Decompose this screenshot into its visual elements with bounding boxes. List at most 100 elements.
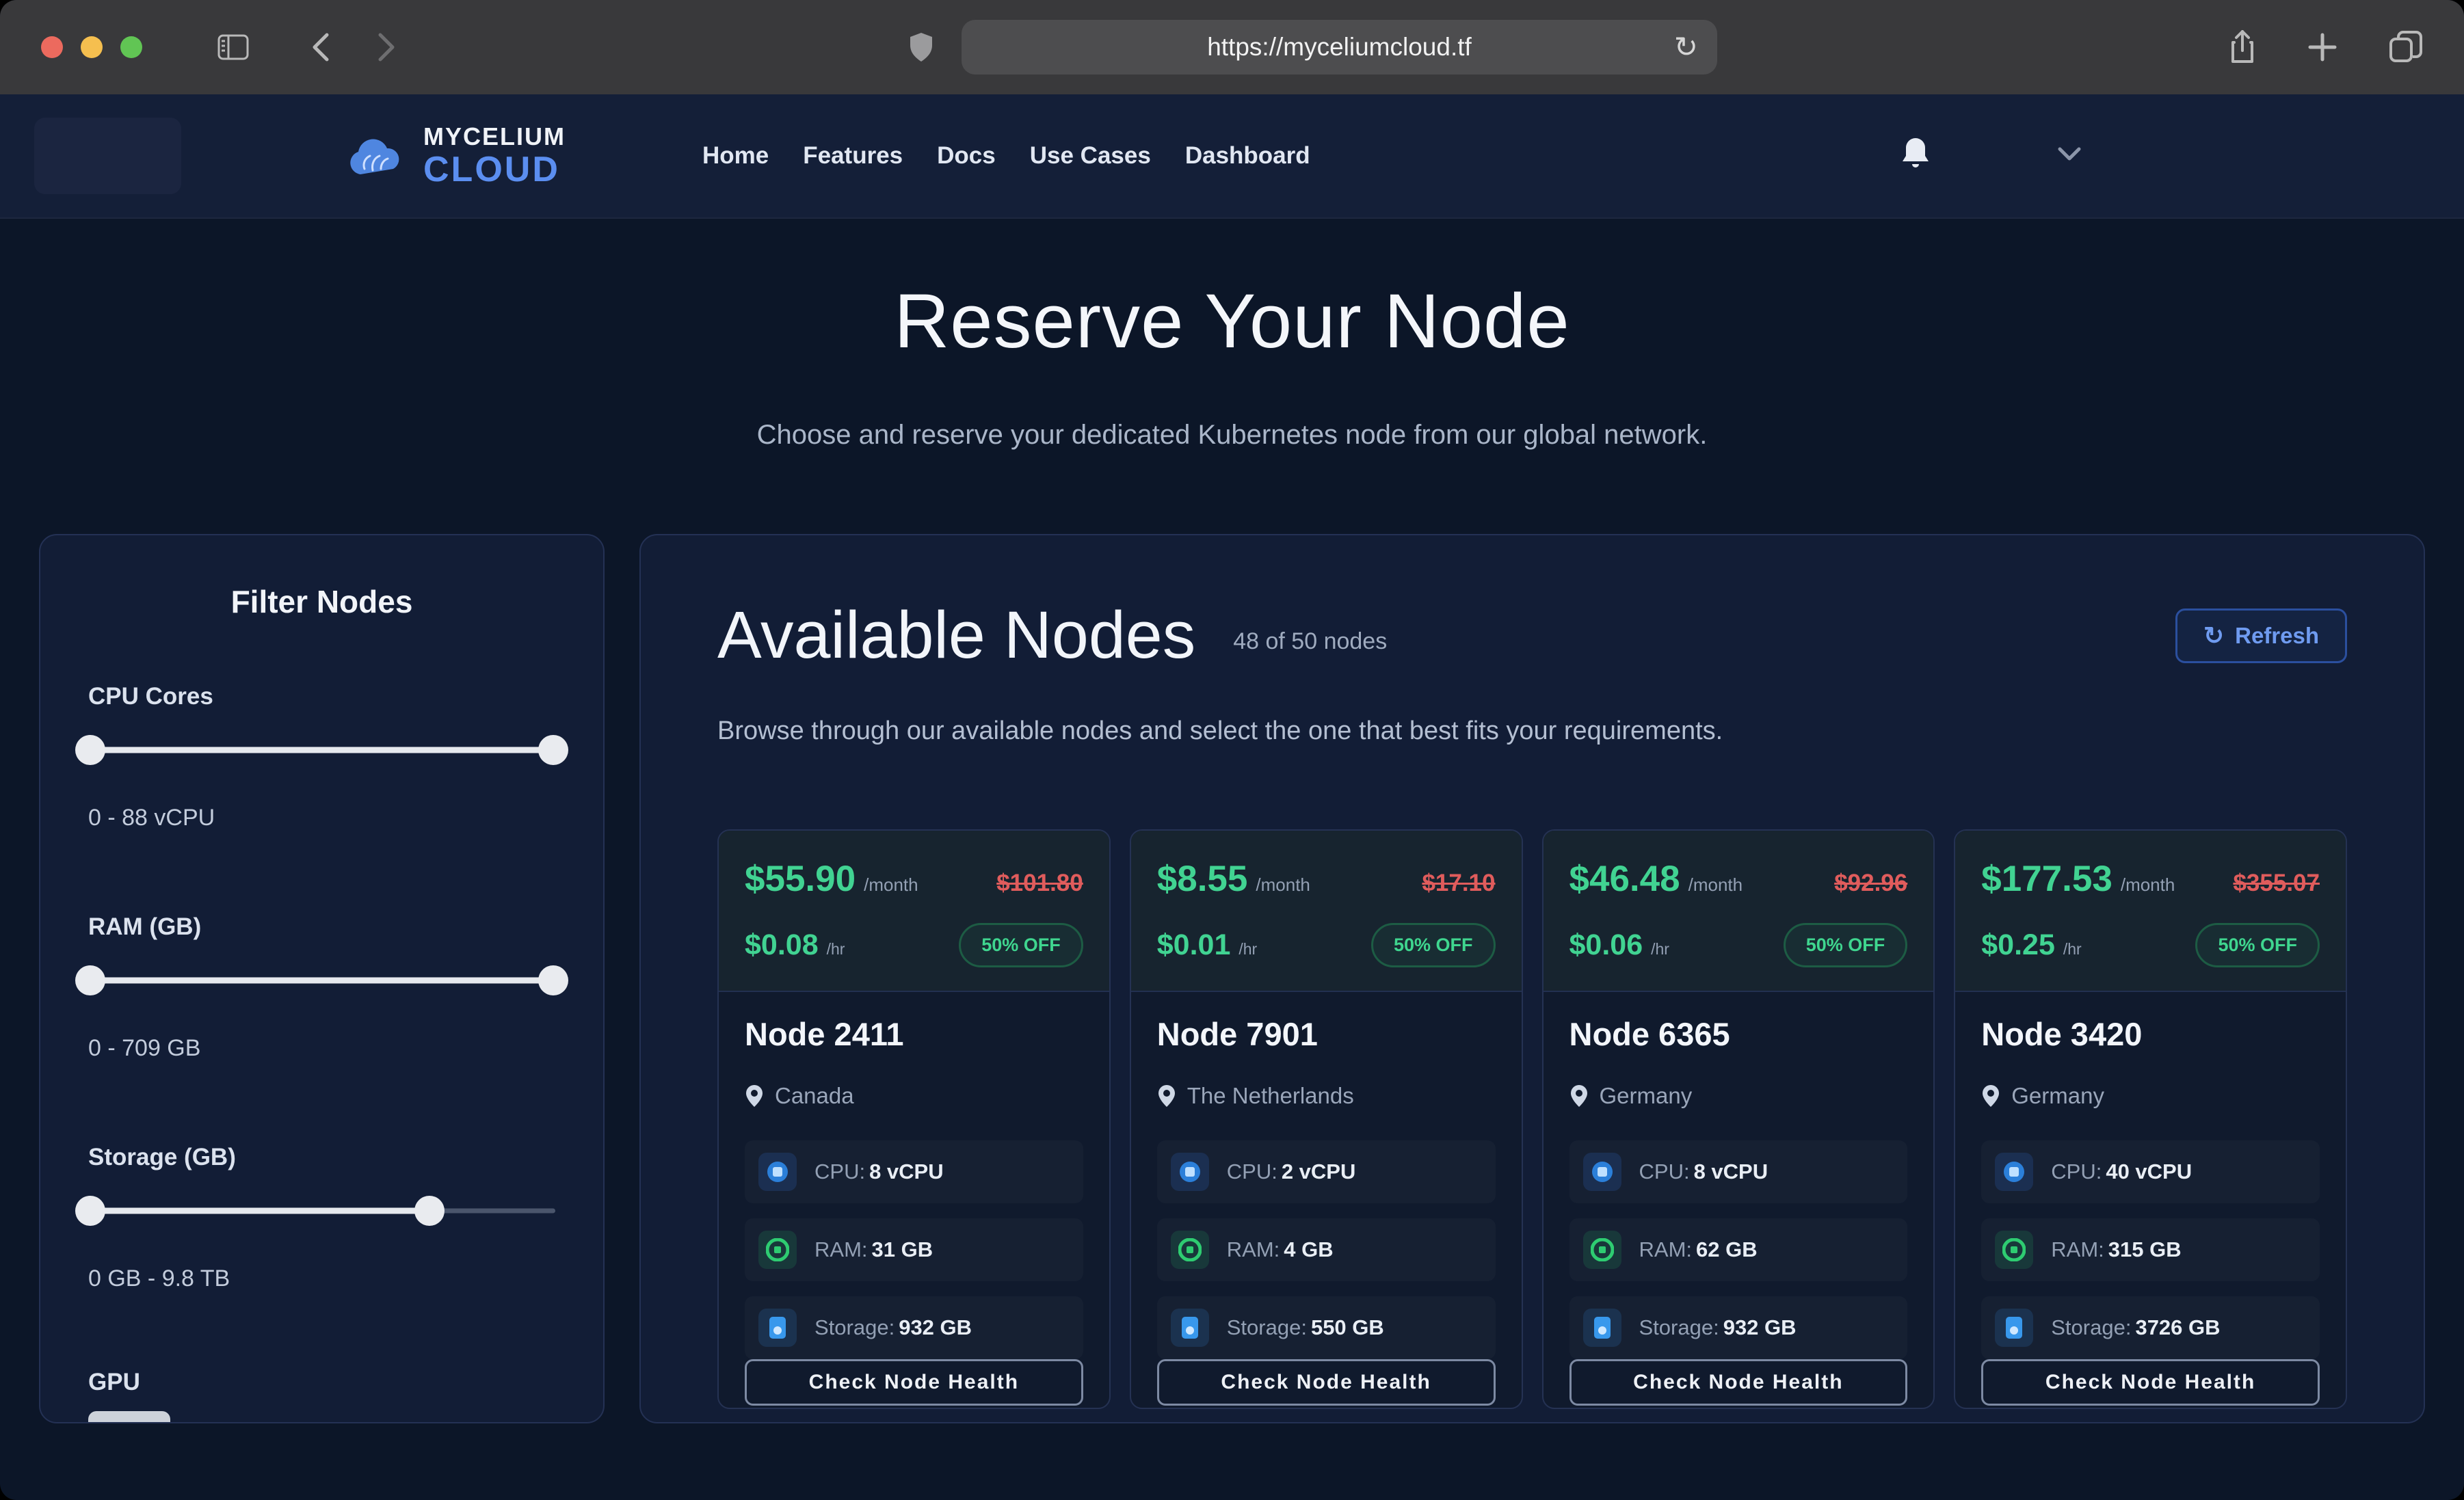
storage-icon xyxy=(1995,1309,2033,1347)
new-tab-icon[interactable] xyxy=(2307,32,2337,62)
ram-spec-row: RAM:31 GB xyxy=(745,1218,1083,1281)
refresh-button[interactable]: ↻ Refresh xyxy=(2175,608,2347,663)
back-button[interactable] xyxy=(310,32,330,62)
card-pricing-header: $46.48/month $92.96 $0.06/hr 50% OFF xyxy=(1544,831,1934,992)
monthly-price: $8.55/month xyxy=(1157,858,1310,900)
filter-title: Filter Nodes xyxy=(88,583,555,620)
storage-icon xyxy=(758,1309,797,1347)
ram-slider[interactable] xyxy=(88,965,555,995)
browser-window: https://myceliumcloud.tf ↻ xyxy=(0,0,2464,1500)
cpu-cores-slider[interactable] xyxy=(88,735,555,765)
node-location: Germany xyxy=(2011,1083,2104,1109)
privacy-shield-icon[interactable] xyxy=(908,31,934,63)
hero-section: Reserve Your Node Choose and reserve you… xyxy=(0,219,2464,451)
storage-spec-row: Storage:932 GB xyxy=(745,1296,1083,1359)
site-navbar: MYCELIUM CLOUD Home Features Docs Use Ca… xyxy=(0,94,2464,219)
gpu-checkbox[interactable] xyxy=(88,1411,170,1423)
ram-range-text: 0 - 709 GB xyxy=(88,1035,555,1062)
location-pin-icon xyxy=(745,1084,764,1108)
window-controls xyxy=(41,36,142,58)
brand-logo[interactable]: MYCELIUM CLOUD xyxy=(345,124,566,187)
slider-active-range xyxy=(88,978,555,984)
zoom-window-button[interactable] xyxy=(120,36,142,58)
close-window-button[interactable] xyxy=(41,36,63,58)
discount-badge: 50% OFF xyxy=(2195,923,2320,967)
navbar-placeholder-box xyxy=(34,118,181,194)
location-pin-icon xyxy=(1569,1084,1589,1108)
slider-active-range xyxy=(88,747,555,753)
ram-label: RAM (GB) xyxy=(88,913,555,941)
sidebar-toggle-icon[interactable] xyxy=(217,34,249,60)
slider-handle-min[interactable] xyxy=(75,735,105,765)
reload-icon[interactable]: ↻ xyxy=(1674,33,1698,62)
cpu-icon xyxy=(758,1153,797,1191)
monthly-price: $46.48/month xyxy=(1569,858,1743,900)
nav-link-home[interactable]: Home xyxy=(702,142,769,170)
minimize-window-button[interactable] xyxy=(81,36,103,58)
nav-link-use-cases[interactable]: Use Cases xyxy=(1030,142,1151,170)
cpu-cores-range-text: 0 - 88 vCPU xyxy=(88,805,555,831)
node-card[interactable]: $55.90/month $101.80 $0.08/hr 50% OFF No… xyxy=(717,829,1111,1409)
monthly-price: $177.53/month xyxy=(1981,858,2175,900)
slider-handle-min[interactable] xyxy=(75,1196,105,1226)
nodes-subtitle: Browse through our available nodes and s… xyxy=(717,716,2347,746)
check-node-health-button[interactable]: Check Node Health xyxy=(1981,1359,2320,1406)
node-name: Node 6365 xyxy=(1569,1015,1908,1053)
location-pin-icon xyxy=(1157,1084,1176,1108)
storage-spec-row: Storage:932 GB xyxy=(1569,1296,1908,1359)
ram-icon xyxy=(1583,1231,1621,1269)
hourly-price: $0.01/hr xyxy=(1157,928,1257,962)
url-bar[interactable]: https://myceliumcloud.tf ↻ xyxy=(962,20,1717,75)
storage-label: Storage (GB) xyxy=(88,1144,555,1171)
storage-spec-row: Storage:550 GB xyxy=(1157,1296,1496,1359)
node-card[interactable]: $8.55/month $17.10 $0.01/hr 50% OFF Node… xyxy=(1130,829,1523,1409)
ram-icon xyxy=(1995,1231,2033,1269)
old-price: $355.07 xyxy=(2233,870,2320,897)
nav-link-docs[interactable]: Docs xyxy=(937,142,996,170)
slider-active-range xyxy=(88,1208,429,1214)
ram-icon xyxy=(758,1231,797,1269)
cpu-spec-row: CPU:8 vCPU xyxy=(1569,1140,1908,1203)
check-node-health-button[interactable]: Check Node Health xyxy=(1157,1359,1496,1406)
forward-button[interactable] xyxy=(377,32,397,62)
node-card[interactable]: $46.48/month $92.96 $0.06/hr 50% OFF Nod… xyxy=(1542,829,1935,1409)
available-nodes-panel: Available Nodes 48 of 50 nodes ↻ Refresh… xyxy=(639,534,2425,1423)
cpu-icon xyxy=(1171,1153,1209,1191)
storage-slider[interactable] xyxy=(88,1196,555,1226)
node-location: Germany xyxy=(1600,1083,1693,1109)
node-card[interactable]: $177.53/month $355.07 $0.25/hr 50% OFF N… xyxy=(1954,829,2347,1409)
check-node-health-button[interactable]: Check Node Health xyxy=(745,1359,1083,1406)
old-price: $17.10 xyxy=(1422,870,1495,897)
user-menu-chevron-down-icon[interactable] xyxy=(2058,147,2081,165)
slider-handle-max[interactable] xyxy=(538,735,568,765)
node-cards-grid: $55.90/month $101.80 $0.08/hr 50% OFF No… xyxy=(717,829,2347,1409)
old-price: $101.80 xyxy=(996,870,1083,897)
cpu-cores-label: CPU Cores xyxy=(88,683,555,710)
slider-handle-max[interactable] xyxy=(538,965,568,995)
card-pricing-header: $177.53/month $355.07 $0.25/hr 50% OFF xyxy=(1955,831,2346,992)
gpu-label: GPU xyxy=(88,1369,555,1396)
page-title: Reserve Your Node xyxy=(0,277,2464,365)
filter-panel: Filter Nodes CPU Cores 0 - 88 vCPU RAM (… xyxy=(39,534,605,1423)
nav-link-features[interactable]: Features xyxy=(803,142,903,170)
node-name: Node 3420 xyxy=(1981,1015,2320,1053)
refresh-label: Refresh xyxy=(2235,623,2319,649)
notifications-bell-icon[interactable] xyxy=(1900,137,1931,176)
mycelium-cloud-logo-icon xyxy=(345,129,408,183)
node-location: The Netherlands xyxy=(1187,1083,1354,1109)
hourly-price: $0.06/hr xyxy=(1569,928,1669,962)
storage-range-text: 0 GB - 9.8 TB xyxy=(88,1265,555,1292)
nav-link-dashboard[interactable]: Dashboard xyxy=(1185,142,1310,170)
browser-toolbar: https://myceliumcloud.tf ↻ xyxy=(0,0,2464,94)
cpu-spec-row: CPU:8 vCPU xyxy=(745,1140,1083,1203)
discount-badge: 50% OFF xyxy=(1784,923,1908,967)
nodes-count: 48 of 50 nodes xyxy=(1233,628,1387,670)
share-icon[interactable] xyxy=(2229,30,2256,64)
slider-handle-max[interactable] xyxy=(414,1196,445,1226)
storage-spec-row: Storage:3726 GB xyxy=(1981,1296,2320,1359)
check-node-health-button[interactable]: Check Node Health xyxy=(1569,1359,1908,1406)
slider-handle-min[interactable] xyxy=(75,965,105,995)
tab-overview-icon[interactable] xyxy=(2389,31,2423,64)
ram-icon xyxy=(1171,1231,1209,1269)
nav-links: Home Features Docs Use Cases Dashboard xyxy=(702,142,1310,170)
